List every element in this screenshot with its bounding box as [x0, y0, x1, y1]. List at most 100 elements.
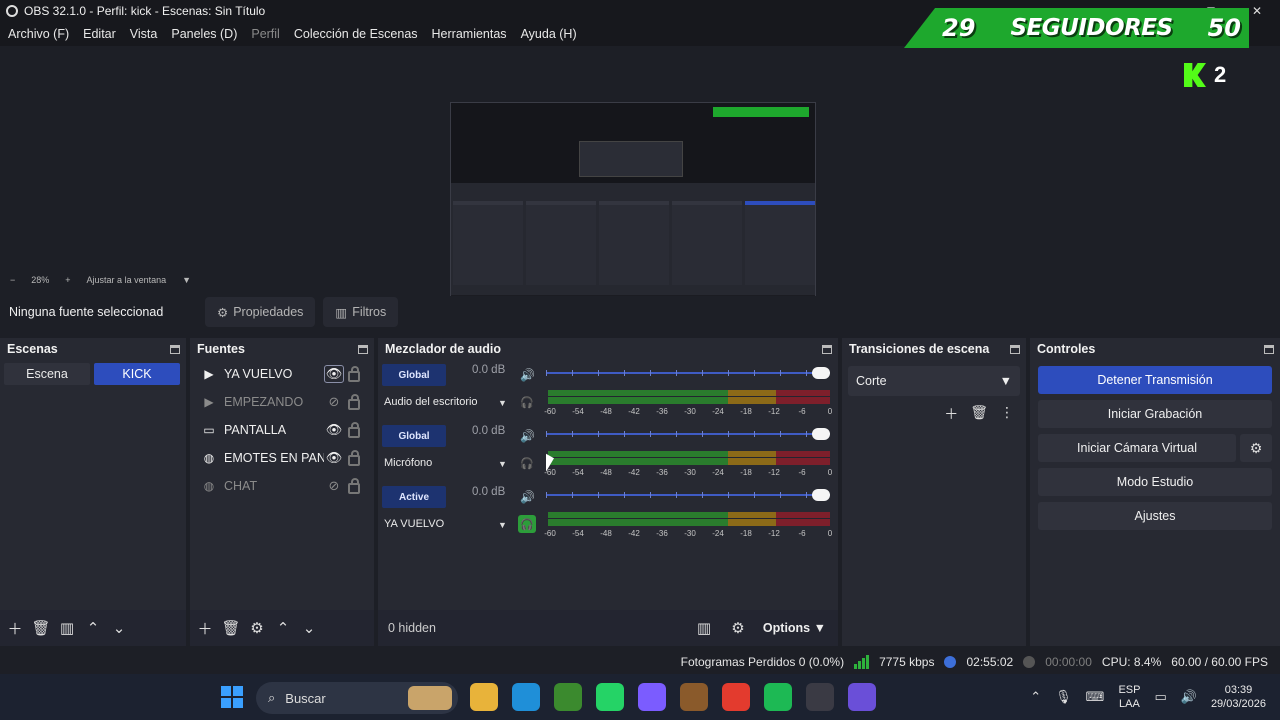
lock-icon[interactable] [348, 421, 360, 438]
trash-icon[interactable]: 🗑 [221, 619, 240, 637]
menu-paneles[interactable]: Paneles (D) [171, 27, 237, 41]
source-item[interactable]: ▶ EMPEZANDO ⊘ [190, 388, 374, 416]
copilot-icon[interactable] [638, 683, 666, 711]
headphones-icon[interactable]: 🎧 [518, 454, 536, 472]
volume-knob[interactable] [812, 428, 830, 440]
add-icon[interactable]: ＋ [196, 619, 214, 638]
channel-name: YA VUELVO [384, 518, 445, 530]
start-virtualcam-button[interactable]: Iniciar Cámara Virtual [1038, 434, 1236, 462]
volume-knob[interactable] [812, 489, 830, 501]
volume-slider[interactable] [546, 427, 830, 441]
chevron-down-icon[interactable]: ▼ [498, 520, 507, 530]
lock-icon[interactable] [348, 449, 360, 466]
volume-knob[interactable] [812, 367, 830, 379]
eye-slash-icon[interactable]: ⊘ [324, 394, 344, 410]
move-up-icon[interactable]: ⌃ [274, 619, 292, 637]
menu-archivo[interactable]: Archivo (F) [8, 27, 69, 41]
filters-button[interactable]: ▥ Filtros [323, 297, 399, 327]
source-item[interactable]: ◍ CHAT ⊘ [190, 472, 374, 500]
trash-icon[interactable]: 🗑 [970, 404, 988, 424]
eye-icon[interactable]: 👁 [324, 422, 344, 438]
scene-item-kick[interactable]: KICK [94, 363, 180, 385]
headphones-icon[interactable]: 🎧 [518, 393, 536, 411]
chat-app-icon[interactable] [848, 683, 876, 711]
obs-icon[interactable] [806, 683, 834, 711]
undock-icon[interactable] [1010, 344, 1020, 354]
edge-icon[interactable] [512, 683, 540, 711]
more-icon[interactable]: ⋮ [1000, 404, 1014, 424]
microphone-icon[interactable]: 🎙 [1055, 689, 1072, 705]
menu-herramientas[interactable]: Herramientas [432, 27, 507, 41]
clock[interactable]: 03:39 29/03/2026 [1211, 683, 1266, 711]
transition-select[interactable]: Corte ▼ [848, 366, 1020, 396]
language-indicator[interactable]: ESP LAA [1118, 683, 1140, 711]
eye-icon[interactable]: 👁 [324, 450, 344, 466]
gear-icon[interactable]: ⚙ [248, 619, 266, 637]
channel-badge[interactable]: Global [382, 364, 446, 386]
add-icon[interactable]: ＋ [944, 404, 958, 424]
source-item[interactable]: ▶ YA VUELVO 👁 [190, 360, 374, 388]
menu-vista[interactable]: Vista [130, 27, 158, 41]
menu-editar[interactable]: Editar [83, 27, 116, 41]
eye-slash-icon[interactable]: ⊘ [324, 478, 344, 494]
volume-slider[interactable] [546, 488, 830, 502]
move-down-icon[interactable]: ⌄ [110, 619, 128, 637]
properties-button[interactable]: ⚙ Propiedades [205, 297, 316, 327]
gear-icon[interactable]: ⚙ [1240, 434, 1272, 462]
stop-stream-button[interactable]: Detener Transmisión [1038, 366, 1272, 394]
taskbar-search[interactable]: ⌕ Buscar [256, 682, 458, 714]
move-up-icon[interactable]: ⌃ [84, 619, 102, 637]
whatsapp-icon[interactable] [596, 683, 624, 711]
lock-icon[interactable] [348, 365, 360, 382]
filter-icon[interactable]: ▥ [58, 619, 76, 637]
undock-icon[interactable] [170, 344, 180, 354]
file-explorer-icon[interactable] [470, 683, 498, 711]
zoom-dropdown-icon[interactable]: ▼ [182, 275, 191, 285]
keyboard-icon[interactable]: ⌨ [1086, 689, 1105, 705]
trash-icon[interactable]: 🗑 [31, 619, 50, 637]
lock-icon[interactable] [348, 393, 360, 410]
menu-perfil[interactable]: Perfil [251, 27, 279, 41]
chevron-up-icon[interactable]: ⌃ [1030, 689, 1041, 705]
windows-start-icon[interactable] [221, 686, 243, 708]
options-button[interactable]: Options ▼ [763, 621, 826, 635]
meter-tick-label: -42 [628, 407, 640, 416]
minecraft-dungeons-icon[interactable] [680, 683, 708, 711]
zoom-in-button[interactable]: + [65, 275, 70, 285]
zoom-fit-label[interactable]: Ajustar a la ventana [87, 275, 167, 285]
minecraft-icon[interactable] [554, 683, 582, 711]
menu-coleccion-escenas[interactable]: Colección de Escenas [294, 27, 418, 41]
settings-button[interactable]: Ajustes [1038, 502, 1272, 530]
eye-icon[interactable]: 👁 [324, 365, 344, 383]
lock-icon[interactable] [348, 477, 360, 494]
volume-icon[interactable]: 🔊 [1181, 689, 1197, 705]
start-recording-button[interactable]: Iniciar Grabación [1038, 400, 1272, 428]
source-item[interactable]: ▭ PANTALLA 👁 [190, 416, 374, 444]
channel-badge[interactable]: Global [382, 425, 446, 447]
chrome-icon[interactable] [722, 683, 750, 711]
speaker-icon[interactable]: 🔊 [520, 429, 535, 443]
hidden-count[interactable]: 0 hidden [388, 621, 436, 635]
chevron-down-icon[interactable]: ▼ [498, 459, 507, 469]
move-down-icon[interactable]: ⌄ [300, 619, 318, 637]
preview-area[interactable] [0, 46, 1280, 310]
undock-icon[interactable] [358, 344, 368, 354]
zoom-out-button[interactable]: − [10, 275, 15, 285]
speaker-icon[interactable]: 🔊 [520, 490, 535, 504]
speaker-icon[interactable]: 🔊 [520, 368, 535, 382]
headphones-icon[interactable]: 🎧 [518, 515, 536, 533]
volume-slider[interactable] [546, 366, 830, 380]
menu-ayuda[interactable]: Ayuda (H) [521, 27, 577, 41]
undock-icon[interactable] [822, 344, 832, 354]
channel-badge[interactable]: Active [382, 486, 446, 508]
display-icon[interactable]: ▭ [1154, 689, 1166, 705]
advanced-audio-icon[interactable]: ⚙ [729, 619, 747, 637]
scene-item-escena[interactable]: Escena [4, 363, 90, 385]
chevron-down-icon[interactable]: ▼ [498, 398, 507, 408]
spotify-icon[interactable] [764, 683, 792, 711]
add-icon[interactable]: ＋ [6, 619, 24, 638]
studio-mode-button[interactable]: Modo Estudio [1038, 468, 1272, 496]
source-item[interactable]: ◍ EMOTES EN PANT 👁 [190, 444, 374, 472]
layout-icon[interactable]: ▥ [695, 619, 713, 637]
undock-icon[interactable] [1264, 344, 1274, 354]
